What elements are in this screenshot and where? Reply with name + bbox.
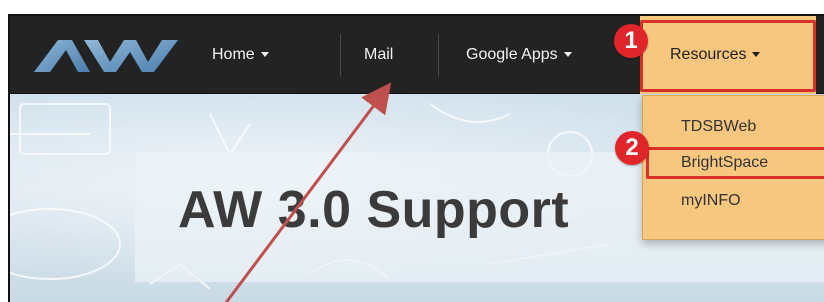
nav-home[interactable]: Home — [212, 16, 269, 94]
nav-google-apps-label: Google Apps — [466, 46, 558, 63]
step-1-badge: 1 — [614, 24, 648, 58]
hero-title: AW 3.0 Support — [178, 181, 570, 239]
nav-home-label: Home — [212, 46, 255, 63]
dropdown-item-tdsbweb[interactable]: TDSBWeb — [681, 118, 756, 136]
nav-mail[interactable]: Mail — [364, 16, 393, 94]
nav-divider — [438, 34, 439, 76]
dropdown-item-myinfo[interactable]: myINFO — [681, 192, 741, 210]
screenshot-frame: AW 3.0 Support Home Mail Google Apps Res… — [8, 14, 824, 302]
step-2-badge: 2 — [615, 131, 649, 165]
nav-divider — [340, 34, 341, 76]
highlight-box-resources — [640, 20, 816, 92]
chevron-down-icon — [563, 52, 572, 58]
chevron-down-icon — [260, 52, 269, 58]
nav-mail-label: Mail — [364, 46, 394, 63]
aw-logo-icon — [34, 40, 178, 72]
aw-logo[interactable] — [32, 38, 182, 79]
nav-google-apps[interactable]: Google Apps — [466, 16, 572, 94]
highlight-box-brightspace — [646, 147, 824, 179]
